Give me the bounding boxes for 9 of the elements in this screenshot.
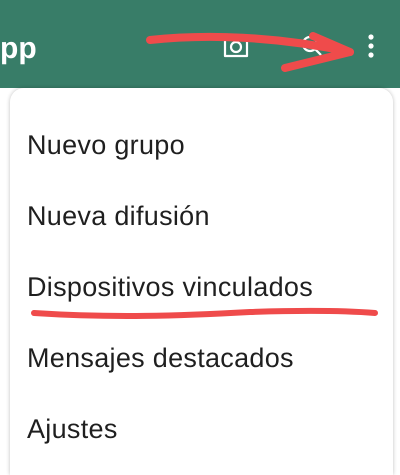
menu-item[interactable]: Dispositivos vinculados [27,267,314,308]
menu-item[interactable]: Ajustes [27,409,118,450]
menu-item[interactable]: Nueva difusión [27,196,210,237]
more-options-button[interactable] [366,32,376,60]
menu-item[interactable]: Nuevo grupo [27,125,185,166]
menu-item[interactable]: Mensajes destacados [27,338,294,379]
more-vertical-icon [368,34,374,58]
search-icon [300,34,324,58]
app-title: pp [0,30,37,66]
